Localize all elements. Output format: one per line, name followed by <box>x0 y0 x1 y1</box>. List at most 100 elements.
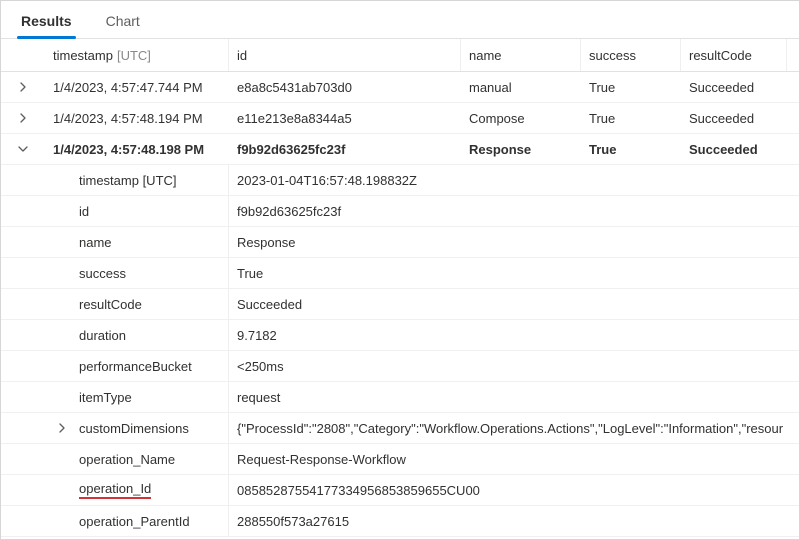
detail-indent <box>1 196 45 226</box>
detail-key[interactable]: customDimensions <box>45 413 229 443</box>
tabs-bar: Results Chart <box>1 1 799 39</box>
detail-key-label: operation_Name <box>79 452 220 467</box>
detail-indent <box>1 258 45 288</box>
table-row[interactable]: 1/4/2023, 4:57:48.194 PMe11e213e8a8344a5… <box>1 103 799 134</box>
cell-timestamp: 1/4/2023, 4:57:48.198 PM <box>45 134 229 164</box>
detail-value: Response <box>229 227 799 257</box>
detail-key: operation_Id <box>45 475 229 505</box>
detail-key: operation_Name <box>45 444 229 474</box>
detail-value: Request-Response-Workflow <box>229 444 799 474</box>
detail-key: id <box>45 196 229 226</box>
detail-key: name <box>45 227 229 257</box>
column-header-success[interactable]: success <box>581 39 681 71</box>
detail-value: f9b92d63625fc23f <box>229 196 799 226</box>
detail-key-label: customDimensions <box>79 421 220 436</box>
cell-id: e11e213e8a8344a5 <box>229 103 461 133</box>
column-unit: [UTC] <box>117 48 151 63</box>
detail-indent <box>1 475 45 505</box>
detail-indent <box>1 320 45 350</box>
column-header-id[interactable]: id <box>229 39 461 71</box>
column-header-resultcode[interactable]: resultCode <box>681 39 787 71</box>
cell-resultcode: Succeeded <box>681 103 787 133</box>
detail-key-label: id <box>79 204 220 219</box>
chevron-down-icon <box>17 143 29 155</box>
detail-indent <box>1 227 45 257</box>
expand-toggle[interactable] <box>45 413 79 443</box>
detail-row: success True <box>1 258 799 289</box>
cell-id: f9b92d63625fc23f <box>229 134 461 164</box>
detail-indent <box>1 289 45 319</box>
detail-row: name Response <box>1 227 799 258</box>
column-header-timestamp[interactable]: timestamp [UTC] <box>45 39 229 71</box>
table-row[interactable]: 1/4/2023, 4:57:47.744 PMe8a8c5431ab703d0… <box>1 72 799 103</box>
expand-toggle[interactable] <box>1 143 45 155</box>
detail-row: operation_ParentId 288550f573a27615 <box>1 506 799 537</box>
detail-value: Succeeded <box>229 289 799 319</box>
results-grid: timestamp [UTC] id name success resultCo… <box>1 39 799 539</box>
detail-key-label: timestamp [UTC] <box>79 173 220 188</box>
detail-value: {"ProcessId":"2808","Category":"Workflow… <box>229 413 799 443</box>
table-row[interactable]: 1/4/2023, 4:57:48.198 PMf9b92d63625fc23f… <box>1 134 799 165</box>
detail-key-label: itemType <box>79 390 220 405</box>
cell-name: Response <box>461 134 581 164</box>
cell-timestamp: 1/4/2023, 4:57:47.744 PM <box>45 72 229 102</box>
detail-key-label: duration <box>79 328 220 343</box>
detail-key: success <box>45 258 229 288</box>
detail-row: id f9b92d63625fc23f <box>1 196 799 227</box>
expand-toggle[interactable] <box>1 112 45 124</box>
detail-indent <box>1 382 45 412</box>
tab-chart[interactable]: Chart <box>102 4 144 38</box>
detail-key: performanceBucket <box>45 351 229 381</box>
detail-row: itemType request <box>1 382 799 413</box>
chevron-right-icon <box>17 81 29 93</box>
cell-id: e8a8c5431ab703d0 <box>229 72 461 102</box>
cell-success: True <box>581 134 681 164</box>
detail-indent <box>1 444 45 474</box>
grid-header: timestamp [UTC] id name success resultCo… <box>1 39 799 72</box>
detail-row: operation_Name Request-Response-Workflow <box>1 444 799 475</box>
column-header-name[interactable]: name <box>461 39 581 71</box>
chevron-right-icon <box>56 422 68 434</box>
detail-key-label: operation_Id <box>79 481 220 499</box>
detail-indent <box>1 506 45 536</box>
detail-key-label: success <box>79 266 220 281</box>
detail-value: request <box>229 382 799 412</box>
detail-value: 08585287554177334956853859655CU00 <box>229 475 799 505</box>
detail-row: resultCode Succeeded <box>1 289 799 320</box>
detail-key: resultCode <box>45 289 229 319</box>
detail-row: performanceBucket <250ms <box>1 351 799 382</box>
detail-key-label: operation_ParentId <box>79 514 220 529</box>
detail-key: timestamp [UTC] <box>45 165 229 195</box>
detail-value: <250ms <box>229 351 799 381</box>
detail-indent <box>1 351 45 381</box>
cell-resultcode: Succeeded <box>681 134 787 164</box>
detail-row: customDimensions {"ProcessId":"2808","Cat… <box>1 413 799 444</box>
detail-value: 9.7182 <box>229 320 799 350</box>
cell-name: Compose <box>461 103 581 133</box>
cell-name: manual <box>461 72 581 102</box>
detail-key: itemType <box>45 382 229 412</box>
column-header-expand <box>1 39 45 71</box>
cell-success: True <box>581 103 681 133</box>
cell-timestamp: 1/4/2023, 4:57:48.194 PM <box>45 103 229 133</box>
detail-value: True <box>229 258 799 288</box>
cell-success: True <box>581 72 681 102</box>
cell-resultcode: Succeeded <box>681 72 787 102</box>
detail-indent <box>1 413 45 443</box>
detail-row: operation_Id 0858528755417733495685385965… <box>1 475 799 506</box>
detail-value: 2023-01-04T16:57:48.198832Z <box>229 165 799 195</box>
grid-body: 1/4/2023, 4:57:47.744 PMe8a8c5431ab703d0… <box>1 72 799 539</box>
detail-value: 288550f573a27615 <box>229 506 799 536</box>
column-label: timestamp <box>53 48 113 63</box>
detail-key: operation_ParentId <box>45 506 229 536</box>
tab-results[interactable]: Results <box>17 4 76 38</box>
detail-key-label: resultCode <box>79 297 220 312</box>
detail-indent <box>1 165 45 195</box>
chevron-right-icon <box>17 112 29 124</box>
detail-row: timestamp [UTC] 2023-01-04T16:57:48.19883… <box>1 165 799 196</box>
detail-key: duration <box>45 320 229 350</box>
detail-row: duration 9.7182 <box>1 320 799 351</box>
detail-key-label: performanceBucket <box>79 359 220 374</box>
detail-key-label: name <box>79 235 220 250</box>
expand-toggle[interactable] <box>1 81 45 93</box>
